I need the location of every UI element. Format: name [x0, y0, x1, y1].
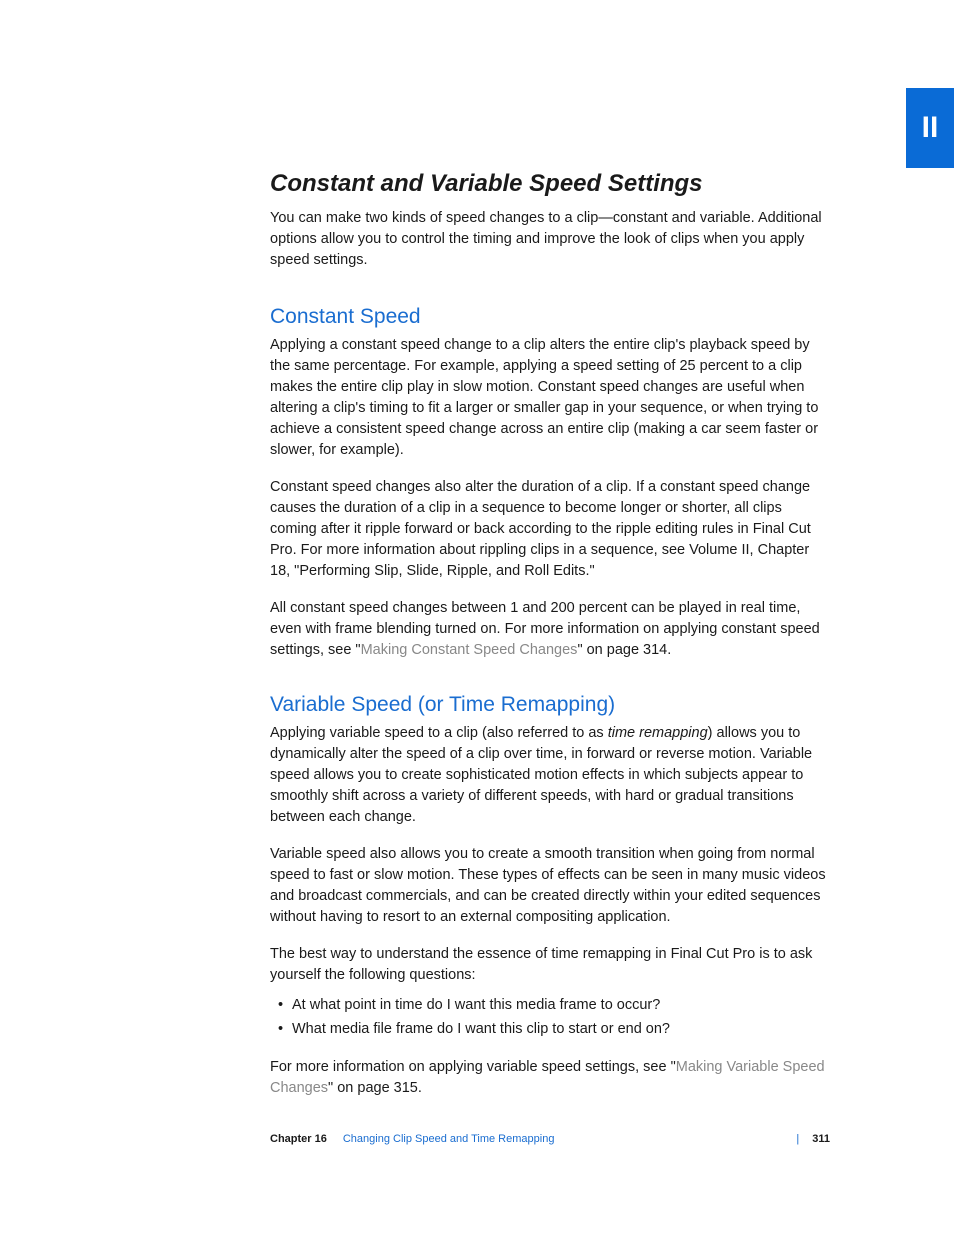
- page-number: 311: [812, 1133, 830, 1145]
- heading-constant-speed: Constant Speed: [270, 305, 830, 329]
- list-item: At what point in time do I want this med…: [278, 994, 830, 1017]
- page-footer: Chapter 16 Changing Clip Speed and Time …: [270, 1133, 830, 1145]
- list-item: What media file frame do I want this cli…: [278, 1018, 830, 1041]
- chapter-title: Changing Clip Speed and Time Remapping: [343, 1133, 555, 1145]
- emphasis: time remapping: [608, 725, 708, 741]
- body-text: The best way to understand the essence o…: [270, 944, 830, 986]
- body-text: All constant speed changes between 1 and…: [270, 598, 830, 661]
- page-title: Constant and Variable Speed Settings: [270, 170, 830, 198]
- body-text: Applying a constant speed change to a cl…: [270, 335, 830, 461]
- text-run: Applying variable speed to a clip (also …: [270, 725, 608, 741]
- bullet-list: At what point in time do I want this med…: [278, 994, 830, 1040]
- intro-paragraph: You can make two kinds of speed changes …: [270, 208, 830, 271]
- text-run: " on page 315.: [328, 1080, 422, 1096]
- xref-link[interactable]: Making Constant Speed Changes: [361, 642, 578, 658]
- body-text: Constant speed changes also alter the du…: [270, 477, 830, 582]
- footer-divider: |: [796, 1133, 799, 1145]
- body-text: For more information on applying variabl…: [270, 1057, 830, 1099]
- body-text: Applying variable speed to a clip (also …: [270, 723, 830, 828]
- heading-variable-speed: Variable Speed (or Time Remapping): [270, 693, 830, 717]
- chapter-label: Chapter 16: [270, 1133, 327, 1145]
- part-tab: II: [906, 88, 954, 168]
- page-content: Constant and Variable Speed Settings You…: [270, 170, 830, 1131]
- text-run: For more information on applying variabl…: [270, 1059, 676, 1075]
- section-variable-speed: Variable Speed (or Time Remapping) Apply…: [270, 693, 830, 1099]
- section-constant-speed: Constant Speed Applying a constant speed…: [270, 305, 830, 661]
- body-text: Variable speed also allows you to create…: [270, 844, 830, 928]
- text-run: " on page 314.: [577, 642, 671, 658]
